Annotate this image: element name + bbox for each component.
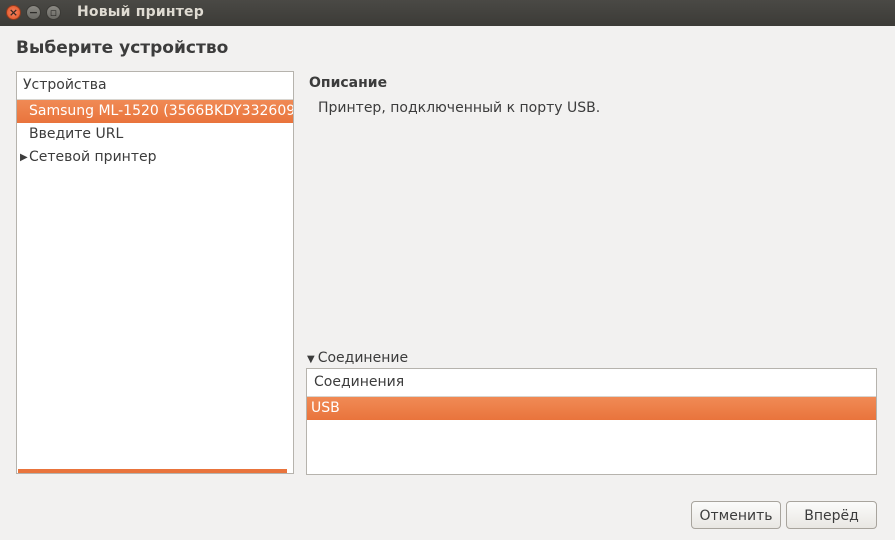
device-item-network-printer[interactable]: ▶ Сетевой принтер	[17, 146, 293, 169]
connection-expander-label: Соединение	[317, 350, 409, 366]
forward-button[interactable]: Вперёд	[786, 501, 877, 529]
connection-list-header[interactable]: Соединения	[307, 369, 876, 397]
maximize-icon[interactable]: ▫	[46, 5, 61, 20]
device-item-label: Сетевой принтер	[29, 149, 157, 165]
collapse-triangle-icon: ▼	[307, 354, 315, 365]
cancel-button[interactable]: Отменить	[691, 501, 781, 529]
close-icon[interactable]: ×	[6, 5, 21, 20]
expand-triangle-icon[interactable]: ▶	[20, 146, 28, 169]
minimize-icon[interactable]: −	[26, 5, 41, 20]
device-item-label: Samsung ML-1520 (3566BKDY332609M.)	[29, 103, 293, 119]
horizontal-scrollbar[interactable]	[18, 469, 287, 473]
page-title: Выберите устройство	[16, 38, 229, 58]
description-text: Принтер, подключенный к порту USB.	[318, 100, 601, 116]
title-bar[interactable]: × − ▫ Новый принтер	[0, 0, 895, 26]
device-item-enter-url[interactable]: Введите URL	[17, 123, 293, 146]
connection-expander[interactable]: ▼ Соединение	[307, 350, 408, 366]
device-item-label: Введите URL	[29, 126, 124, 142]
device-item-samsung[interactable]: Samsung ML-1520 (3566BKDY332609M.)	[17, 100, 293, 123]
device-list[interactable]: Устройства Samsung ML-1520 (3566BKDY3326…	[16, 71, 294, 474]
device-list-header[interactable]: Устройства	[17, 72, 293, 100]
connection-list[interactable]: Соединения USB	[306, 368, 877, 475]
connection-item-usb[interactable]: USB	[307, 397, 876, 420]
connection-item-label: USB	[311, 400, 340, 416]
window-title: Новый принтер	[77, 4, 204, 20]
new-printer-window: × − ▫ Новый принтер Выберите устройство …	[0, 0, 895, 540]
description-title: Описание	[309, 75, 388, 91]
